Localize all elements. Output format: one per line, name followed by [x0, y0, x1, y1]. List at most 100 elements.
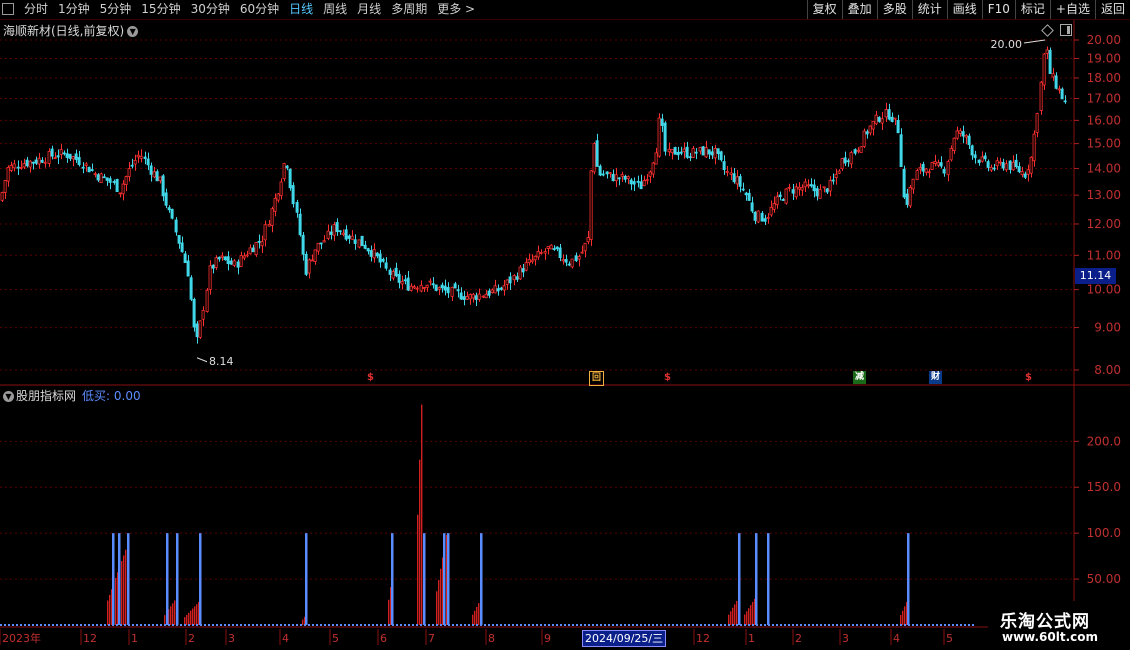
candle-body — [679, 151, 683, 154]
stock-title[interactable]: 海顺新材(日线,前复权) ▼ — [3, 22, 139, 39]
date-label: 1 — [131, 632, 138, 645]
candle-body — [254, 242, 258, 256]
candle-body — [946, 161, 950, 176]
candle-body — [490, 289, 494, 294]
candle-body — [84, 163, 88, 166]
candle-body — [1051, 73, 1055, 78]
candle-body — [667, 148, 671, 153]
candle-body — [1060, 88, 1064, 100]
candle-body — [149, 165, 153, 175]
candle-body — [1057, 88, 1061, 91]
candle-body — [415, 287, 419, 290]
candle-body — [853, 149, 857, 154]
event-marker[interactable]: $ — [664, 372, 671, 383]
indicator-title[interactable]: ▼ 股朋指标网 低买: 0.00 — [3, 387, 141, 404]
date-label: 2023年 — [2, 631, 41, 645]
candle-body — [3, 180, 7, 193]
candle-body — [220, 255, 224, 258]
candle-body — [65, 153, 69, 158]
candle-body — [766, 216, 770, 219]
candle-body — [434, 284, 438, 291]
candle-body — [201, 310, 205, 320]
candle-body — [468, 293, 472, 300]
candle-body — [31, 161, 35, 164]
event-marker[interactable]: 减 — [853, 371, 866, 384]
candle-body — [96, 174, 100, 181]
candle-body — [905, 193, 909, 205]
candle-body — [341, 232, 345, 236]
candle-body — [1035, 113, 1039, 133]
candle-body — [942, 168, 946, 174]
watermark: 乐淘公式网 www.60lt.com — [988, 601, 1130, 650]
indicator-bar-red — [900, 614, 902, 625]
indicator-bar-red — [734, 604, 736, 625]
candle-body — [512, 275, 516, 281]
candle-body — [363, 244, 367, 249]
candle-body — [893, 117, 897, 120]
date-label: 4 — [282, 632, 289, 645]
candle-body — [862, 130, 866, 147]
candle-body — [205, 289, 209, 312]
candle-body — [691, 148, 695, 158]
event-marker[interactable]: $ — [367, 372, 374, 383]
indicator-bar-red — [186, 614, 188, 625]
candle-body — [59, 149, 63, 155]
candle-body — [995, 160, 999, 167]
candle-body — [425, 284, 429, 288]
candle-body — [118, 192, 122, 195]
candle-body — [595, 140, 599, 167]
indicator-bar-blue — [166, 533, 169, 625]
candle-body — [784, 188, 788, 204]
candle-body — [673, 147, 677, 155]
indicator-bar-red — [417, 514, 419, 625]
indicator-bar-red — [194, 606, 196, 625]
candle-body — [121, 183, 125, 195]
date-label: 12 — [83, 632, 97, 645]
candle-body — [732, 173, 736, 183]
candle-body — [546, 246, 550, 249]
candle-body — [223, 256, 227, 261]
candle-body — [47, 151, 51, 164]
candle-body — [208, 265, 212, 290]
indicator-bar-red — [472, 614, 474, 625]
candle-body — [481, 295, 485, 298]
candle-body — [884, 109, 888, 118]
indicator-bar-red — [109, 594, 111, 625]
candle-body — [487, 290, 491, 296]
candle-body — [347, 235, 351, 239]
candle-body — [459, 292, 463, 300]
candle-body — [391, 271, 395, 279]
kline-chart[interactable]: 20.0019.0018.0017.0016.0015.0014.0013.00… — [0, 0, 1130, 650]
candle-body — [239, 255, 243, 267]
candle-body — [586, 237, 590, 243]
candle-body — [295, 202, 299, 213]
candle-body — [164, 192, 168, 206]
candle-body — [806, 184, 810, 187]
event-marker[interactable]: 回 — [589, 371, 604, 386]
candle-body — [307, 259, 311, 274]
candle-body — [505, 279, 509, 285]
chevron-down-icon[interactable]: ▼ — [3, 391, 14, 402]
candle-body — [660, 118, 664, 126]
candle-body — [822, 186, 826, 189]
chevron-down-icon[interactable]: ▼ — [127, 26, 139, 37]
event-marker[interactable]: 财 — [929, 371, 942, 384]
candle-body — [99, 173, 103, 184]
candle-body — [139, 155, 143, 159]
event-marker[interactable]: $ — [1025, 372, 1032, 383]
high-pointer — [1023, 39, 1046, 44]
candle-body — [636, 180, 640, 183]
panel-toggle-icon[interactable] — [1060, 24, 1072, 36]
candle-body — [12, 163, 16, 169]
y-tick-label: 9.00 — [1094, 321, 1121, 335]
candle-body — [713, 147, 717, 159]
y-tick-label: 11.00 — [1087, 248, 1121, 262]
candle-body — [763, 218, 767, 222]
candle-body — [326, 230, 330, 239]
candle-body — [115, 178, 119, 192]
date-label: 6 — [380, 632, 387, 645]
indicator-bar-red — [752, 601, 754, 625]
candle-body — [251, 247, 255, 253]
y-tick-label: 14.00 — [1087, 161, 1121, 175]
candle-body — [62, 152, 66, 155]
